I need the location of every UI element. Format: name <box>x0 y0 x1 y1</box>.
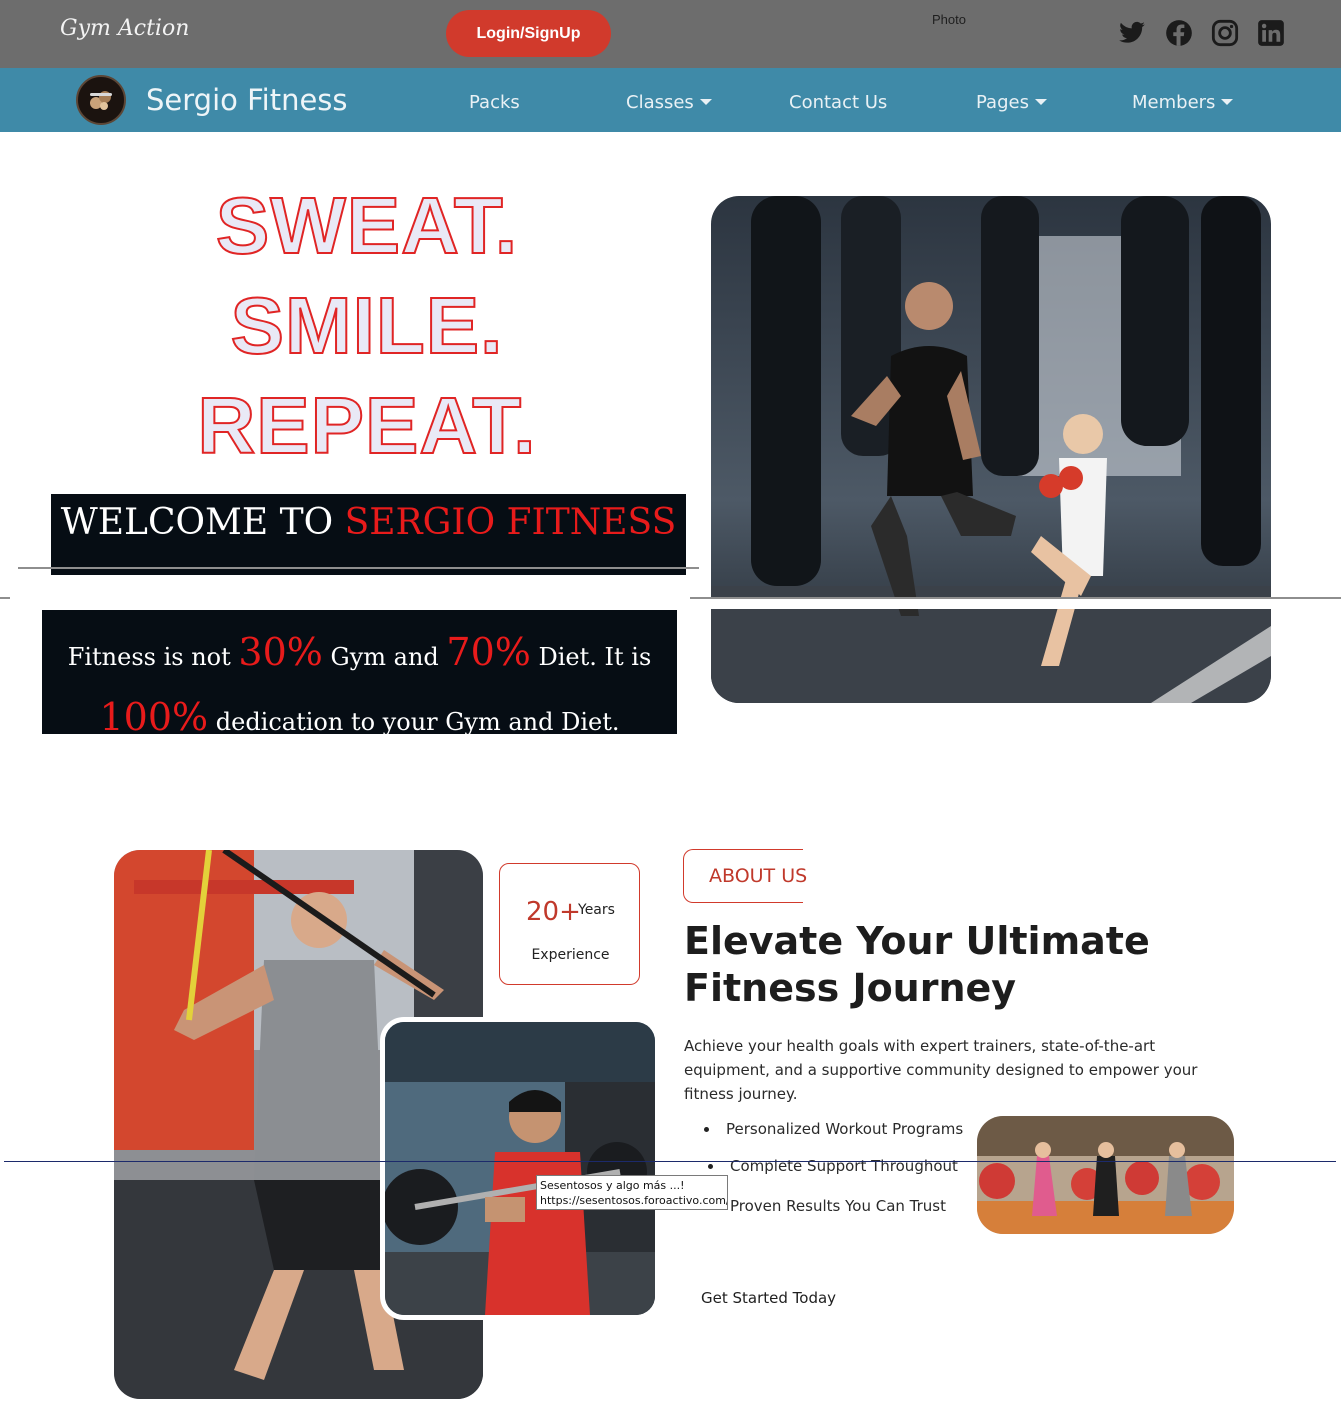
nav-members-dropdown[interactable]: Members <box>1132 92 1234 113</box>
top-bar: Gym Action Login/SignUp Photo <box>0 0 1341 68</box>
photo-label: Photo <box>932 12 966 27</box>
divider-line <box>690 597 1341 599</box>
about-us-tag: ABOUT US <box>683 849 807 903</box>
quote-pct-70: 70% <box>446 630 531 674</box>
brand-name[interactable]: Gym Action <box>60 16 189 41</box>
welcome-banner: WELCOME TO SERGIO FITNESS <box>51 494 686 575</box>
quote-pct-30: 30% <box>238 630 323 674</box>
about-heading: Elevate Your Ultimate Fitness Journey <box>684 919 1150 1010</box>
barbell-curl-photo <box>380 1017 660 1320</box>
nav-contact-label: Contact Us <box>789 92 888 113</box>
quote-part-3: Diet. It is <box>538 643 652 671</box>
tooltip-title: Sesentosos y algo más ...! <box>540 1179 685 1192</box>
nav-members-label: Members <box>1132 92 1216 113</box>
quote-part-4: dedication to your Gym and Diet. <box>215 708 620 736</box>
linkedin-icon[interactable] <box>1256 18 1286 48</box>
experience-card: 20+ Years Experience <box>499 863 640 985</box>
welcome-highlight: SERGIO FITNESS <box>344 502 677 543</box>
hero-line-smile: SMILE. <box>230 280 504 371</box>
hero-trainer-photo <box>711 196 1271 703</box>
caret-down-icon <box>699 98 712 105</box>
caret-down-icon <box>1034 98 1047 105</box>
quote-part-2: Gym and <box>330 643 439 671</box>
main-navbar: Sergio Fitness Packs Classes Contact Us … <box>0 68 1341 132</box>
experience-label: Experience <box>531 947 610 963</box>
bullet-icon <box>708 1164 713 1169</box>
facebook-icon[interactable] <box>1164 18 1194 48</box>
about-description: Achieve your health goals with expert tr… <box>684 1037 1198 1103</box>
tooltip-url: https://sesentosos.foroactivo.com/ <box>540 1194 728 1207</box>
nav-packs-label: Packs <box>469 92 520 113</box>
nav-pages-dropdown[interactable]: Pages <box>976 92 1047 113</box>
feature-item: Personalized Workout Programs <box>726 1120 964 1138</box>
feature-item: Proven Results You Can Trust <box>730 1197 946 1215</box>
quote-part-1: Fitness is not <box>67 643 231 671</box>
feature-item: Complete Support Throughout <box>730 1157 958 1175</box>
experience-years-label: Years <box>578 902 615 918</box>
divider-line <box>0 597 10 599</box>
fitness-quote: Fitness is not 30% Gym and 70% Diet. It … <box>42 610 677 739</box>
nav-classes-dropdown[interactable]: Classes <box>626 92 712 113</box>
bullet-icon <box>704 1127 709 1132</box>
hero-line-sweat: SWEAT. <box>215 180 519 271</box>
group-class-photo <box>977 1116 1234 1234</box>
login-signup-button[interactable]: Login/SignUp <box>446 10 611 57</box>
experience-number: 20+ <box>526 897 581 927</box>
get-started-link[interactable]: Get Started Today <box>701 1289 836 1307</box>
link-tooltip: Sesentosos y algo más ...! https://sesen… <box>536 1175 728 1210</box>
nav-pages-label: Pages <box>976 92 1029 113</box>
welcome-prefix: WELCOME TO <box>60 502 334 543</box>
site-title[interactable]: Sergio Fitness <box>146 83 348 117</box>
divider-line <box>18 567 699 569</box>
site-logo[interactable] <box>76 75 126 125</box>
instagram-icon[interactable] <box>1210 18 1240 48</box>
nav-classes-label: Classes <box>626 92 694 113</box>
twitter-icon[interactable] <box>1117 18 1147 48</box>
nav-packs[interactable]: Packs <box>469 92 520 113</box>
hero-line-repeat: REPEAT. <box>197 380 537 471</box>
overlay-divider-line <box>4 1161 1336 1162</box>
caret-down-icon <box>1221 98 1234 105</box>
quote-pct-100: 100% <box>99 695 209 739</box>
nav-contact-us[interactable]: Contact Us <box>789 92 887 113</box>
